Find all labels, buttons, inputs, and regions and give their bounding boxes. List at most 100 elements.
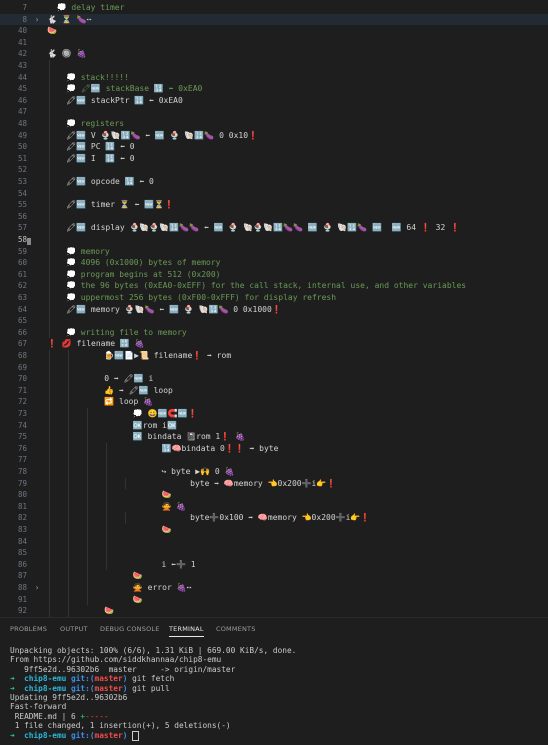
prompt-close: )	[122, 730, 128, 740]
code-text: 🍉	[104, 571, 143, 581]
indent-guide	[68, 396, 69, 408]
code-line[interactable]: 62 💭 the 96 bytes (0xEA0-0xEFF) for the c…	[0, 280, 548, 292]
line-number: 42	[17, 49, 27, 59]
code-text: 🐇 🔘 🍇	[47, 49, 87, 59]
prompt-git: git:(	[71, 730, 95, 740]
code-line[interactable]: 40 🍉	[0, 25, 548, 37]
code-line[interactable]: 68 🍺🆕📄▶📜 filename❗ ➡ rom	[0, 350, 548, 362]
code-line[interactable]: 64 🖍🆕 memory 🍨🐚🍆 ⬅ 🆕 🍨 🐚🔢🍆 0 0x1000❗	[0, 303, 548, 316]
terminal-line: From https://github.com/siddkhannaa/chip…	[10, 655, 222, 665]
tab-problems[interactable]: PROBLEMS	[10, 625, 47, 633]
code-line[interactable]: 61 💭 program begins at 512 (0x200)	[0, 268, 548, 281]
code-line[interactable]: 73 💭 😀🆕🧲🆕❗	[0, 408, 548, 420]
code-line[interactable]: 51 🖍🆕 I 🔢 ⬅ 0	[0, 152, 548, 165]
code-line[interactable]: 75 🆗 bindata 📓rom 1❗ 🍇	[0, 431, 548, 443]
code-line[interactable]: 8 › 🐇 ⏳ 🍆⋯	[0, 13, 548, 26]
panel-tabs: PROBLEMS OUTPUT DEBUG CONSOLE TERMINAL C…	[0, 618, 548, 640]
indent-guide	[68, 535, 69, 548]
line-number: 91	[17, 594, 27, 604]
code-line[interactable]: 54	[0, 187, 548, 200]
code-line[interactable]: 66 💭 writing file to memory	[0, 326, 548, 339]
indent-guide	[68, 373, 69, 385]
code-line[interactable]: 88 › 🙅 error 🍇⋯	[0, 582, 548, 594]
code-text: ❗ 💋 filename 🔡 🍇	[47, 339, 145, 349]
indent-guide	[106, 477, 107, 490]
code-line[interactable]: 49 🖍🆕 V 🍨🐚🔢🍆 ⬅ 🆕 🍨 🐚🔢🍆 0 0x10❗	[0, 129, 548, 142]
code-line[interactable]: 44 💭 stack!!!!!	[0, 71, 548, 84]
line-number: 70	[17, 374, 27, 384]
code-line[interactable]: 59 💭 memory	[0, 245, 548, 258]
code-text: 🍉	[123, 490, 172, 500]
indent-guide	[49, 210, 50, 223]
code-line[interactable]: 67 ❗ 💋 filename 🔡 🍇	[0, 338, 548, 350]
tab-debug-console[interactable]: DEBUG CONSOLE	[100, 625, 160, 633]
indent-guide	[125, 512, 126, 524]
code-line[interactable]: 58	[0, 234, 548, 246]
indent-guide	[49, 454, 50, 466]
code-line[interactable]: 41	[0, 37, 548, 49]
prompt-branch: master	[94, 683, 123, 693]
code-line[interactable]: 55 🖍🆕 timer ⏳ ⬅ 🆕⏳❗	[0, 199, 548, 211]
code-line[interactable]: 56	[0, 210, 548, 223]
code-line[interactable]: 79 byte ➡ 🧠memory 👈0x200➕i👉❗	[0, 477, 548, 490]
terminal-output[interactable]: Unpacking objects: 100% (6/6), 1.31 KiB …	[10, 646, 544, 741]
code-line[interactable]: 57 🖍🆕 display 🍨🐚🍨🐚🔢🍆🍆 ⬅ 🆕 🍨 🐚🍨🐚🔢🍆🍆 🆕 🍨 🐚🔢…	[0, 222, 548, 234]
code-line[interactable]: 84	[0, 535, 548, 548]
code-line[interactable]: 80 🍉	[0, 489, 548, 501]
code-line[interactable]: 78 ↪ byte ▶🙌 0 🍇	[0, 466, 548, 478]
code-line[interactable]: 92 🍉	[0, 605, 548, 617]
code-line[interactable]: 87 🍉	[0, 570, 548, 582]
code-line[interactable]: 74 🆗rom i🆗	[0, 419, 548, 432]
code-line[interactable]: 48 💭 registers	[0, 118, 548, 130]
prompt-git: git:(	[71, 674, 95, 684]
code-line[interactable]: 43	[0, 60, 548, 72]
code-line[interactable]: 63 💭 uppermost 256 bytes (0xF00-0xFFF) fo…	[0, 292, 548, 304]
code-line[interactable]: 70 0 ➡ 🖍🆕 i	[0, 373, 548, 385]
code-line[interactable]: 86 i ⬅➕ 1	[0, 558, 548, 571]
code-line[interactable]: 45 💭 🖍🆕 stackBase 🔢 ⬅ 0xEA0	[0, 83, 548, 95]
code-line[interactable]: 52	[0, 164, 548, 176]
code-text: 🍉	[85, 606, 115, 616]
indent-guide	[49, 524, 50, 536]
indent-guide	[49, 605, 50, 617]
tab-output[interactable]: OUTPUT	[60, 625, 88, 633]
indent-guide	[49, 512, 50, 524]
terminal-line: Unpacking objects: 100% (6/6), 1.31 KiB …	[10, 646, 297, 655]
code-line[interactable]: 77	[0, 454, 548, 466]
code-line[interactable]: 65	[0, 315, 548, 327]
code-editor[interactable]: 7 💭 delay timer 8 › 🐇 ⏳ 🍆⋯ 40 🍉 41 42 🐇 🔘 🍇 43 44 💭…	[0, 0, 548, 617]
indent-guide	[68, 442, 69, 455]
line-number: 51	[17, 153, 27, 163]
code-line[interactable]: 46 🖍🆕 stackPtr 🔢 ⬅ 0xEA0	[0, 94, 548, 107]
code-line[interactable]: 47	[0, 106, 548, 118]
tab-terminal[interactable]: TERMINAL	[169, 625, 204, 637]
indent-guide	[49, 199, 50, 211]
terminal-cursor	[132, 730, 140, 741]
code-line[interactable]: 7 💭 delay timer	[0, 2, 548, 14]
fold-chevron-icon[interactable]: ›	[33, 582, 41, 594]
prompt-arrow: ➜	[10, 730, 15, 740]
code-line[interactable]: 83 🍉	[0, 524, 548, 536]
fold-chevron-icon[interactable]: ›	[33, 14, 41, 26]
tab-comments[interactable]: COMMENTS	[216, 625, 256, 633]
code-text: 💭 writing file to memory	[66, 327, 187, 337]
code-line[interactable]: 85	[0, 547, 548, 559]
code-line[interactable]: 81 🙅 🍇	[0, 500, 548, 513]
prompt-git: git:(	[71, 683, 95, 693]
code-line[interactable]: 53 🖍🆕 opcode 🔢 ⬅ 0	[0, 176, 548, 188]
code-line[interactable]: 50 🖍🆕 PC 🔢 ⬅ 0	[0, 141, 548, 153]
indent-guide	[87, 477, 88, 490]
code-line[interactable]: 72 🔁 loop 🍇	[0, 396, 548, 408]
indent-guide	[49, 477, 50, 490]
indent-guide	[106, 512, 107, 524]
code-line[interactable]: 76 🔢🧠bindata 0❗❗ ➡ byte	[0, 442, 548, 455]
code-line[interactable]: 60 💭 4096 (0x1000) bytes of memory	[0, 257, 548, 269]
code-text: 💭 the 96 bytes (0xEA0-0xEFF) for the cal…	[66, 281, 467, 291]
code-line[interactable]: 42 🐇 🔘 🍇	[0, 48, 548, 60]
code-line[interactable]: 82 byte➕0x100 ➡ 🧠memory 👈0x200➕i👉❗	[0, 512, 548, 524]
code-line[interactable]: 69	[0, 361, 548, 374]
code-line[interactable]: 71 👍 ➡ 🖍🆕 loop	[0, 384, 548, 397]
terminal-line: Updating 9ff5e2d..96302b6	[10, 693, 128, 703]
indent-guide	[49, 118, 50, 130]
code-line[interactable]: 91 🍉	[0, 593, 548, 606]
